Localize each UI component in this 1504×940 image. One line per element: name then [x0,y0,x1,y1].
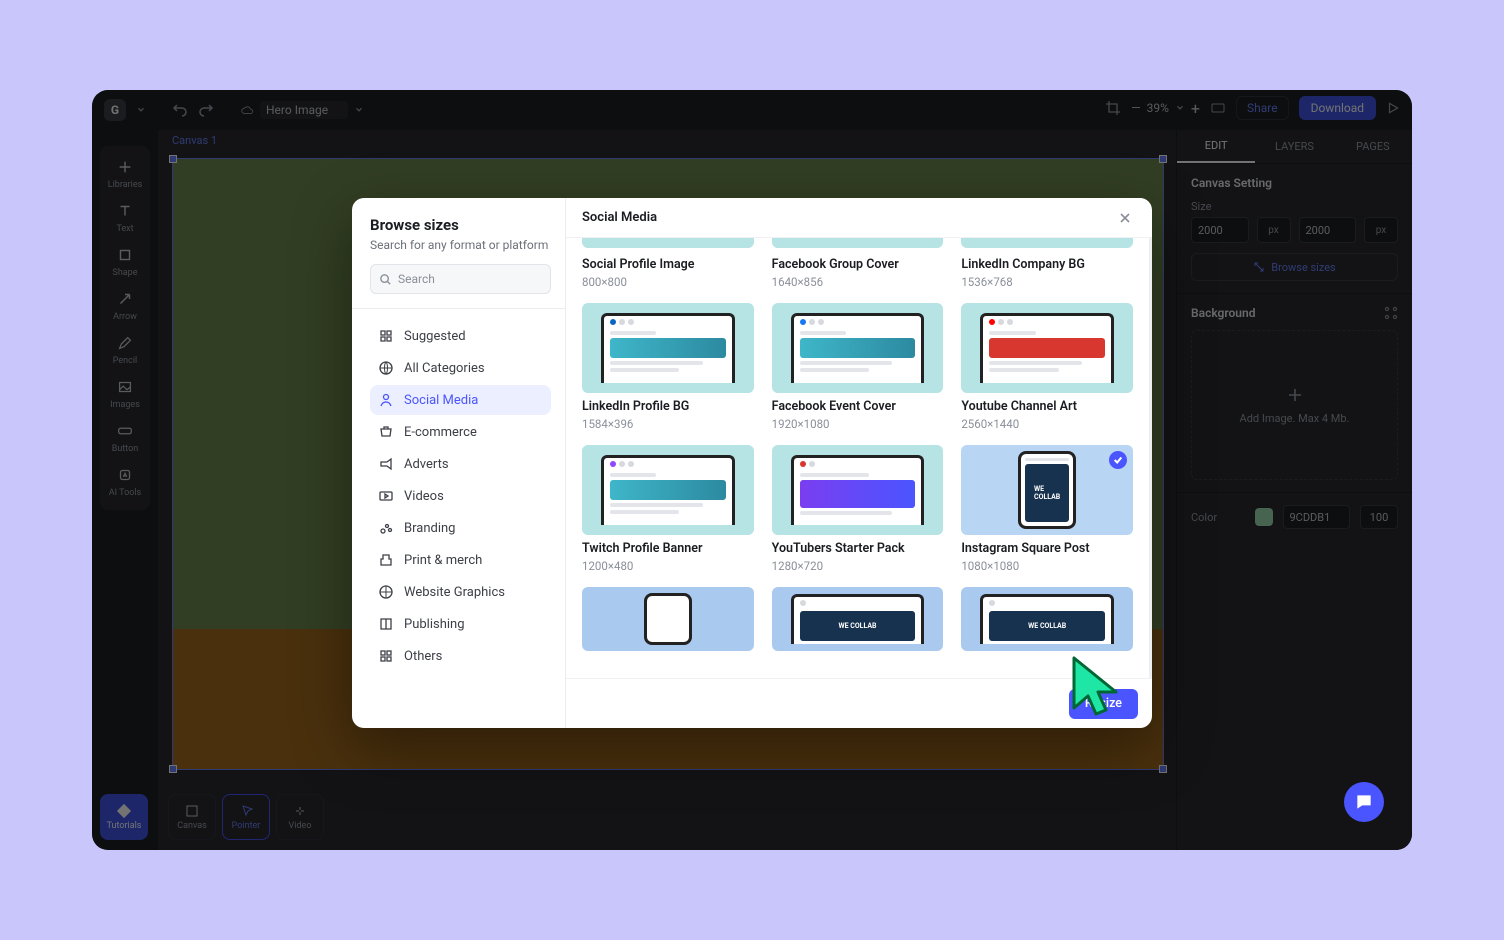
selection-handle[interactable] [169,155,177,163]
size-card[interactable]: Youtube Channel Art2560×1440 [961,303,1133,431]
size-grid: Social Profile Image800×800 Facebook Grou… [582,238,1133,651]
category-website-graphics[interactable]: Website Graphics [370,577,551,607]
size-card[interactable]: LinkedIn Company BG1536×768 [961,238,1133,289]
browse-sizes-button[interactable]: Browse sizes [1191,253,1398,281]
tool-button[interactable]: Button [103,416,147,460]
size-card[interactable]: Facebook Event Cover1920×1080 [772,303,944,431]
size-card[interactable]: WE COLLAB [772,587,944,651]
category-list: SuggestedAll CategoriesSocial MediaE-com… [370,321,551,671]
modal-heading: Social Media [582,210,657,225]
tool-shape[interactable]: Shape [103,240,147,284]
bottom-video[interactable]: Video [276,794,324,840]
zoom-control[interactable]: — 39% + [1131,99,1200,118]
logo-menu-chevron-icon[interactable] [136,105,146,115]
app-logo[interactable]: G [104,99,126,121]
zoom-plus-icon[interactable]: + [1191,99,1200,118]
bottom-tutorials[interactable]: Tutorials [100,794,148,840]
background-title: Background [1191,306,1255,320]
height-input[interactable]: 2000 [1299,217,1357,243]
right-panel: EDIT LAYERS PAGES Canvas Setting Size 20… [1176,130,1412,850]
category-print-merch[interactable]: Print & merch [370,545,551,575]
redo-icon[interactable] [198,102,214,118]
color-opacity-input[interactable]: 100 [1360,505,1398,529]
size-card[interactable]: WECOLLABInstagram Square Post1080×1080 [961,445,1133,573]
canvas-tab[interactable]: Canvas 1 [172,134,217,147]
width-input[interactable]: 2000 [1191,217,1249,243]
category-all-categories[interactable]: All Categories [370,353,551,383]
category-adverts[interactable]: Adverts [370,449,551,479]
tool-arrow[interactable]: Arrow [103,284,147,328]
size-card[interactable]: WE COLLAB [961,587,1133,651]
modal-title: Browse sizes [370,216,551,234]
left-toolbox: Libraries Text Shape Arrow Pencil Images… [100,146,150,510]
search-icon [379,273,392,286]
share-button[interactable]: Share [1236,96,1289,120]
size-card[interactable]: Social Profile Image800×800 [582,238,754,289]
cloud-icon [240,103,254,117]
category-social-media[interactable]: Social Media [370,385,551,415]
close-icon [1118,211,1132,225]
browse-sizes-modal: Browse sizes Search for any format or pl… [352,198,1152,728]
bottom-canvas[interactable]: Canvas [168,794,216,840]
tab-layers[interactable]: LAYERS [1255,130,1333,163]
selection-handle[interactable] [1159,155,1167,163]
bottom-toolbar: Tutorials Canvas Pointer Video [100,794,324,840]
size-card[interactable]: Facebook Group Cover1640×856 [772,238,944,289]
undo-icon[interactable] [172,102,188,118]
app-window: G Hero Image — 39% + Share Download [92,90,1412,850]
category-e-commerce[interactable]: E-commerce [370,417,551,447]
search-input[interactable]: Search [370,264,551,294]
chat-icon [1354,792,1374,812]
help-chat-button[interactable] [1344,782,1384,822]
document-name[interactable]: Hero Image [240,101,364,119]
size-card[interactable]: YouTubers Starter Pack1280×720 [772,445,944,573]
canvas-setting-title: Canvas Setting [1191,176,1398,190]
cursor-pointer-icon [1066,654,1126,724]
tab-pages[interactable]: PAGES [1334,130,1412,163]
category-branding[interactable]: Branding [370,513,551,543]
play-icon[interactable] [1386,101,1400,115]
size-card[interactable]: LinkedIn Profile BG1584×396 [582,303,754,431]
color-swatch[interactable] [1255,508,1273,526]
width-unit[interactable]: px [1257,217,1291,243]
zoom-minus-icon[interactable]: — [1131,101,1140,115]
selection-handle[interactable] [1159,765,1167,773]
size-label: Size [1191,200,1398,213]
pattern-icon[interactable] [1384,306,1398,320]
modal-subtitle: Search for any format or platform [370,238,551,252]
color-hex-input[interactable]: 9CDDB1 [1283,505,1351,529]
tool-libraries[interactable]: Libraries [103,152,147,196]
doc-chevron-icon[interactable] [354,105,364,115]
bottom-pointer[interactable]: Pointer [222,794,270,840]
crop-icon[interactable] [1105,100,1121,116]
selection-handle[interactable] [169,765,177,773]
category-videos[interactable]: Videos [370,481,551,511]
category-others[interactable]: Others [370,641,551,671]
resize-icon [1253,261,1265,273]
panel-tabs: EDIT LAYERS PAGES [1177,130,1412,164]
color-label: Color [1191,511,1245,524]
background-dropzone[interactable]: Add Image. Max 4 Mb. [1191,330,1398,480]
close-button[interactable] [1114,207,1136,229]
height-unit[interactable]: px [1364,217,1398,243]
download-button[interactable]: Download [1299,96,1376,120]
modal-sidebar: Browse sizes Search for any format or pl… [352,198,566,728]
category-suggested[interactable]: Suggested [370,321,551,351]
category-publishing[interactable]: Publishing [370,609,551,639]
tool-pencil[interactable]: Pencil [103,328,147,372]
tool-ai[interactable]: AI Tools [103,460,147,504]
tab-edit[interactable]: EDIT [1177,130,1255,163]
size-card[interactable] [582,587,754,651]
tool-text[interactable]: Text [103,196,147,240]
frame-icon[interactable] [1210,100,1226,116]
plus-icon [1286,386,1304,404]
tool-images[interactable]: Images [103,372,147,416]
top-bar: G Hero Image — 39% + Share Download [92,90,1412,130]
size-card[interactable]: Twitch Profile Banner1200×480 [582,445,754,573]
zoom-chevron-icon[interactable] [1175,103,1185,113]
